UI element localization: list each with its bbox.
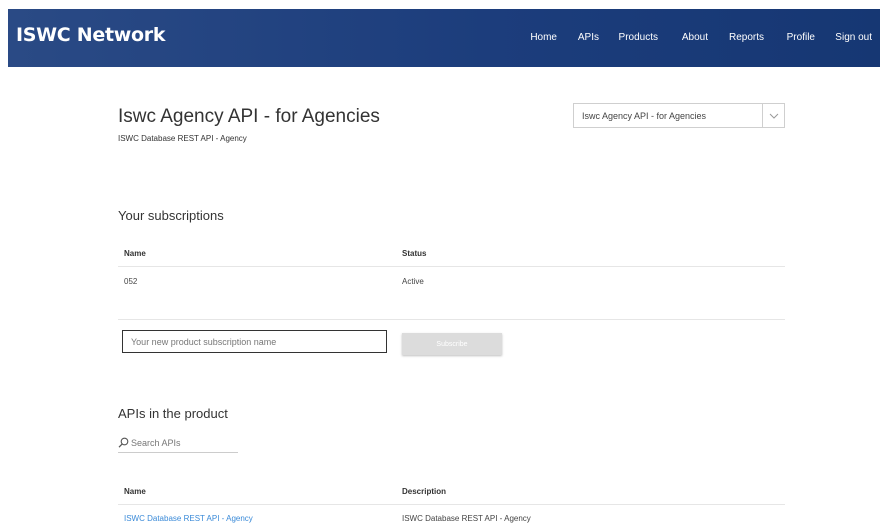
selected-api-value: Iswc Agency API - for Agencies [582,111,707,121]
top-navigation-bar: ISWC Network Home APIs Products About Re… [8,9,880,67]
nav-products[interactable]: Products [619,32,658,43]
subscription-name-input[interactable] [122,330,387,353]
api-search [118,435,238,453]
search-icon [118,437,129,448]
table-divider [118,319,785,320]
site-logo[interactable]: ISWC Network [16,24,165,46]
chevron-down-icon [769,113,779,119]
search-apis-input[interactable] [131,435,236,450]
nav-apis[interactable]: APIs [578,32,599,43]
apis-col-description: Description [402,487,447,496]
table-divider [118,266,785,267]
apis-col-name: Name [124,487,146,496]
nav-reports[interactable]: Reports [729,32,764,43]
api-name-link[interactable]: ISWC Database REST API - Agency [124,514,253,523]
nav-sign-out[interactable]: Sign out [835,32,872,43]
table-divider [118,504,785,505]
subscription-status: Active [402,277,424,286]
subscription-name: 052 [124,277,138,286]
nav-about[interactable]: About [682,32,708,43]
subscriptions-col-name: Name [124,249,146,258]
page-subtitle: ISWC Database REST API - Agency [118,134,247,143]
subscriptions-heading: Your subscriptions [118,208,224,223]
apis-heading: APIs in the product [118,406,228,421]
api-description: ISWC Database REST API - Agency [402,514,531,523]
nav-profile[interactable]: Profile [787,32,815,43]
product-api-select[interactable]: Iswc Agency API - for Agencies [573,103,785,128]
dropdown-toggle[interactable] [762,104,784,127]
subscribe-button[interactable]: Subscribe [402,333,502,355]
nav-home[interactable]: Home [530,32,557,43]
page-title: Iswc Agency API - for Agencies [118,106,380,127]
subscriptions-col-status: Status [402,249,427,258]
